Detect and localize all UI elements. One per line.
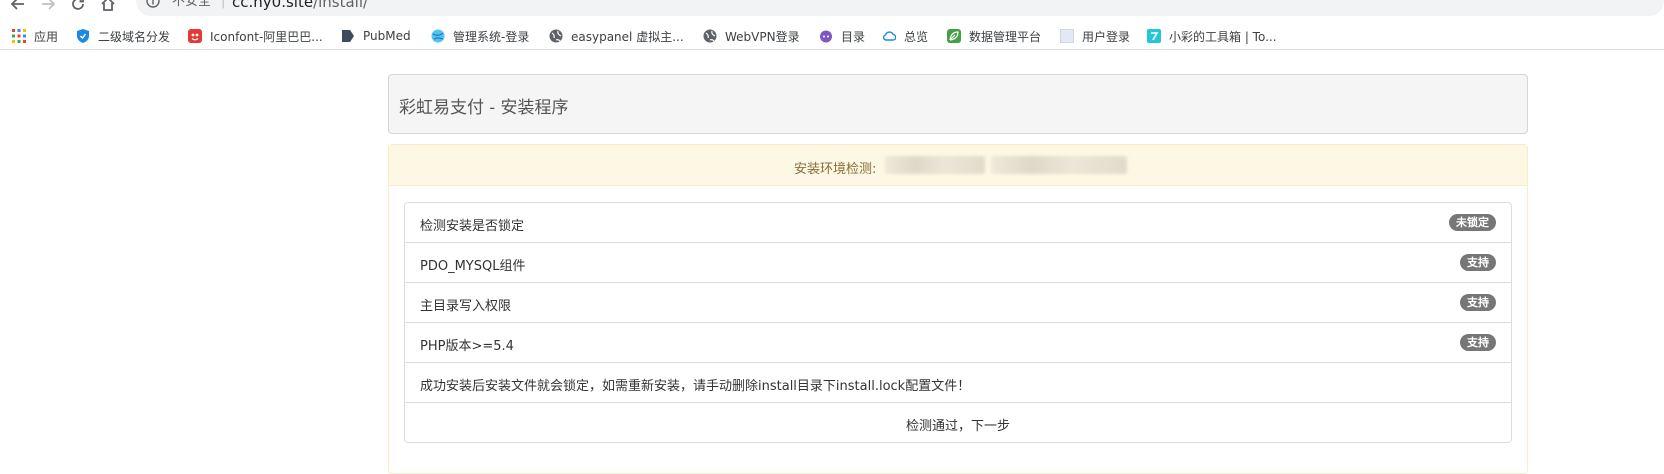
status-badge: 未锁定 (1449, 214, 1496, 231)
bookmark-data-platform[interactable]: 数据管理平台 (947, 26, 1041, 46)
status-badge: 支持 (1460, 294, 1496, 311)
bookmark-label: Iconfont-阿里巴巴... (210, 29, 323, 44)
redacted-blur (885, 156, 985, 174)
check-label: PDO_MYSQL组件 (420, 259, 526, 274)
bookmark-directory[interactable]: 目录 (819, 26, 865, 46)
shield-icon (77, 29, 89, 43)
leaf-icon (947, 29, 961, 43)
octocat-icon (820, 30, 832, 43)
bookmark-label: 数据管理平台 (969, 29, 1042, 44)
arrow-left-icon (10, 0, 24, 10)
install-check-panel: 安装环境检测: 检测安装是否锁定 未锁定 PDO_MYSQL组件 支持 主目录写… (388, 144, 1528, 474)
status-badge: 支持 (1460, 254, 1496, 271)
page-title: 彩虹易支付 - 安装程序 (399, 98, 569, 118)
check-label: 主目录写入权限 (420, 299, 512, 314)
info-icon[interactable] (146, 0, 160, 8)
url-separator: | (221, 0, 226, 9)
bookmark-label: 目录 (841, 29, 866, 44)
bookmark-label: WebVPN登录 (725, 29, 800, 44)
check-label: PHP版本>=5.4 (420, 339, 514, 354)
status-badge: 支持 (1460, 334, 1496, 351)
bookmark-admin-login[interactable]: 管理系统-登录 (431, 26, 529, 46)
bookmark-label: 用户登录 (1082, 29, 1131, 44)
reload-icon (72, 0, 84, 10)
home-icon (101, 0, 115, 11)
install-notice: 成功安装后安装文件就会锁定，如需重新安装，请手动删除install目录下inst… (420, 379, 971, 394)
reload-button[interactable] (68, 0, 88, 14)
check-list: 检测安装是否锁定 未锁定 PDO_MYSQL组件 支持 主目录写入权限 支持 P… (404, 202, 1512, 443)
bookmark-easypanel[interactable]: easypanel 虚拟主... (549, 26, 684, 46)
bookmark-label: easypanel 虚拟主... (571, 29, 684, 44)
next-step-button[interactable]: 检测通过，下一步 (404, 402, 1512, 443)
arrow-right-icon (42, 0, 56, 10)
iconfont-logo-icon (188, 29, 202, 43)
list-item: PHP版本>=5.4 支持 (404, 322, 1512, 363)
check-panel-header: 安装环境检测: (389, 145, 1527, 186)
check-label: 检测安装是否锁定 (420, 219, 525, 234)
bookmark-label: 二级域名分发 (98, 29, 171, 44)
cloud-icon (882, 31, 896, 41)
home-button[interactable] (98, 0, 118, 14)
back-button[interactable] (8, 0, 28, 14)
url-host: cc.ny0.site (232, 0, 314, 11)
list-item: 主目录写入权限 支持 (404, 282, 1512, 323)
bookmark-label: 小彩的工具箱 | To... (1169, 29, 1277, 44)
bookmark-overview[interactable]: 总览 (882, 26, 928, 46)
toolbox-logo-icon (1147, 29, 1161, 43)
security-status: 不安全 (172, 0, 212, 9)
list-item: 成功安装后安装文件就会锁定，如需重新安装，请手动删除install目录下inst… (404, 362, 1512, 403)
pubmed-logo-icon (342, 30, 354, 42)
next-step-label: 检测通过，下一步 (905, 419, 1010, 434)
bookmark-label: PubMed (363, 29, 411, 43)
blank-page-icon (1060, 29, 1074, 43)
bookmarks-bar: 应用 二级域名分发 Iconfont-阿里巴巴... PubMed 管理系统-登… (0, 22, 1664, 50)
page-title-panel: 彩虹易支付 - 安装程序 (388, 74, 1528, 134)
world-icon (703, 29, 717, 43)
bookmark-label: 管理系统-登录 (453, 29, 530, 44)
apps-grid-icon (12, 29, 26, 43)
bookmark-iconfont[interactable]: Iconfont-阿里巴巴... (188, 26, 323, 46)
url-text[interactable]: cc.ny0.site/install/ (232, 0, 368, 10)
globe-icon (431, 29, 445, 43)
url-path: /install/ (313, 0, 369, 11)
check-heading: 安装环境检测: (794, 162, 877, 177)
redacted-blur (991, 156, 1127, 174)
browser-toolbar: 不安全 | cc.ny0.site/install/ (0, 0, 1664, 18)
bookmark-toolbox[interactable]: 小彩的工具箱 | To... (1147, 26, 1277, 46)
bookmark-domain-distribution[interactable]: 二级域名分发 (76, 26, 170, 46)
bookmark-user-login[interactable]: 用户登录 (1060, 26, 1130, 46)
bookmark-label: 总览 (904, 29, 929, 44)
list-item: 检测安装是否锁定 未锁定 (404, 202, 1512, 243)
bookmark-pubmed[interactable]: PubMed (341, 26, 411, 46)
bookmark-label: 应用 (34, 29, 59, 44)
bookmark-webvpn[interactable]: WebVPN登录 (703, 26, 800, 46)
list-item: PDO_MYSQL组件 支持 (404, 242, 1512, 283)
bookmark-apps[interactable]: 应用 (12, 26, 58, 46)
forward-button[interactable] (38, 0, 58, 14)
world-icon (549, 29, 563, 43)
